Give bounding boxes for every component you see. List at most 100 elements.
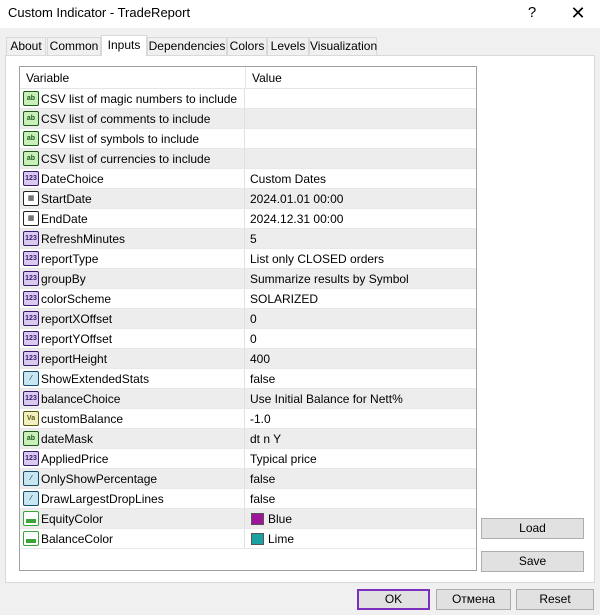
table-row[interactable]: ab CSV list of symbols to include <box>20 129 476 149</box>
table-row[interactable]: ab CSV list of magic numbers to include <box>20 89 476 109</box>
variable-name: groupBy <box>41 272 86 286</box>
table-row[interactable]: BalanceColor Lime <box>20 529 476 549</box>
table-row[interactable]: ▦ StartDate 2024.01.01 00:00 <box>20 189 476 209</box>
column-header-variable[interactable]: Variable <box>26 71 69 85</box>
variable-cell: 123 colorScheme <box>20 289 245 308</box>
color-swatch[interactable] <box>251 513 264 525</box>
table-row[interactable]: ⁄ OnlyShowPercentage false <box>20 469 476 489</box>
table-row[interactable]: 123 RefreshMinutes 5 <box>20 229 476 249</box>
color-type-icon <box>23 511 39 526</box>
value-cell[interactable]: dt n Y <box>250 432 281 446</box>
table-row[interactable]: ⁄ ShowExtendedStats false <box>20 369 476 389</box>
double-type-icon: Va <box>23 411 39 426</box>
value-cell[interactable]: Use Initial Balance for Nett% <box>250 392 403 406</box>
table-row[interactable]: ab CSV list of currencies to include <box>20 149 476 169</box>
help-icon[interactable]: ? <box>510 0 554 28</box>
value-cell[interactable]: 0 <box>250 332 257 346</box>
value-cell[interactable]: Custom Dates <box>250 172 326 186</box>
table-row[interactable]: ab CSV list of comments to include <box>20 109 476 129</box>
value-cell[interactable]: Typical price <box>250 452 317 466</box>
value-cell[interactable]: false <box>250 472 275 486</box>
value-cell[interactable]: 0 <box>250 312 257 326</box>
value-cell[interactable]: 400 <box>250 352 270 366</box>
datetime-type-icon: ▦ <box>23 191 39 206</box>
load-button[interactable]: Load <box>481 518 584 539</box>
tab-visualization[interactable]: Visualization <box>309 37 377 55</box>
save-button[interactable]: Save <box>481 551 584 572</box>
string-type-icon: ab <box>23 431 39 446</box>
table-row[interactable]: ▦ EndDate 2024.12.31 00:00 <box>20 209 476 229</box>
integer-type-icon: 123 <box>23 171 39 186</box>
table-row[interactable]: ab dateMask dt n Y <box>20 429 476 449</box>
table-row[interactable]: 123 reportXOffset 0 <box>20 309 476 329</box>
integer-type-icon: 123 <box>23 331 39 346</box>
variable-cell: 123 DateChoice <box>20 169 245 188</box>
variable-cell: EquityColor <box>20 509 245 528</box>
column-divider[interactable] <box>245 67 246 89</box>
variable-cell: 123 groupBy <box>20 269 245 288</box>
variable-name: DateChoice <box>41 172 104 186</box>
variable-cell: 123 reportXOffset <box>20 309 245 328</box>
boolean-type-icon: ⁄ <box>23 491 39 506</box>
variable-cell: ⁄ ShowExtendedStats <box>20 369 245 388</box>
variable-cell: BalanceColor <box>20 529 245 548</box>
value-cell[interactable]: Lime <box>268 532 294 546</box>
column-header-value[interactable]: Value <box>252 71 282 85</box>
variable-name: ShowExtendedStats <box>41 372 150 386</box>
variable-name: reportXOffset <box>41 312 113 326</box>
table-row[interactable]: 123 reportHeight 400 <box>20 349 476 369</box>
variable-name: CSV list of symbols to include <box>41 132 200 146</box>
variable-name: CSV list of comments to include <box>41 112 211 126</box>
integer-type-icon: 123 <box>23 311 39 326</box>
table-row[interactable]: EquityColor Blue <box>20 509 476 529</box>
variable-cell: 123 reportYOffset <box>20 329 245 348</box>
value-cell[interactable]: 5 <box>250 232 257 246</box>
color-swatch[interactable] <box>251 533 264 545</box>
table-row[interactable]: 123 AppliedPrice Typical price <box>20 449 476 469</box>
value-cell[interactable]: 2024.01.01 00:00 <box>250 192 343 206</box>
table-row[interactable]: ⁄ DrawLargestDropLines false <box>20 489 476 509</box>
tab-colors[interactable]: Colors <box>227 37 267 55</box>
variable-name: reportType <box>41 252 99 266</box>
string-type-icon: ab <box>23 131 39 146</box>
table-row[interactable]: 123 reportType List only CLOSED orders <box>20 249 476 269</box>
datetime-type-icon: ▦ <box>23 211 39 226</box>
variable-name: CSV list of currencies to include <box>41 152 211 166</box>
variable-name: colorScheme <box>41 292 112 306</box>
variable-name: balanceChoice <box>41 392 121 406</box>
close-icon[interactable]: ✕ <box>556 0 600 28</box>
variable-name: customBalance <box>41 412 124 426</box>
cancel-button[interactable]: Отмена <box>436 589 511 610</box>
value-cell[interactable]: Blue <box>268 512 292 526</box>
value-cell[interactable]: -1.0 <box>250 412 271 426</box>
window-title: Custom Indicator - TradeReport <box>8 5 191 20</box>
tab-inputs[interactable]: Inputs <box>101 35 147 56</box>
variable-cell: 123 reportHeight <box>20 349 245 368</box>
table-row[interactable]: 123 reportYOffset 0 <box>20 329 476 349</box>
reset-button[interactable]: Reset <box>516 589 594 610</box>
integer-type-icon: 123 <box>23 231 39 246</box>
boolean-type-icon: ⁄ <box>23 371 39 386</box>
value-cell[interactable]: 2024.12.31 00:00 <box>250 212 343 226</box>
table-row[interactable]: 123 DateChoice Custom Dates <box>20 169 476 189</box>
tab-dependencies[interactable]: Dependencies <box>147 37 227 55</box>
variable-name: BalanceColor <box>41 532 114 546</box>
value-cell[interactable]: SOLARIZED <box>250 292 318 306</box>
variable-name: RefreshMinutes <box>41 232 126 246</box>
tab-levels[interactable]: Levels <box>267 37 309 55</box>
variable-cell: ab CSV list of magic numbers to include <box>20 89 245 108</box>
table-row[interactable]: 123 colorScheme SOLARIZED <box>20 289 476 309</box>
tab-about[interactable]: About <box>6 37 46 55</box>
integer-type-icon: 123 <box>23 351 39 366</box>
value-cell[interactable]: Summarize results by Symbol <box>250 272 409 286</box>
table-row[interactable]: 123 groupBy Summarize results by Symbol <box>20 269 476 289</box>
table-row[interactable]: 123 balanceChoice Use Initial Balance for … <box>20 389 476 409</box>
value-cell[interactable]: false <box>250 492 275 506</box>
integer-type-icon: 123 <box>23 451 39 466</box>
ok-button[interactable]: OK <box>357 589 430 610</box>
table-row[interactable]: Va customBalance -1.0 <box>20 409 476 429</box>
variable-cell: 123 AppliedPrice <box>20 449 245 468</box>
tab-common[interactable]: Common <box>47 37 101 55</box>
value-cell[interactable]: List only CLOSED orders <box>250 252 384 266</box>
value-cell[interactable]: false <box>250 372 275 386</box>
